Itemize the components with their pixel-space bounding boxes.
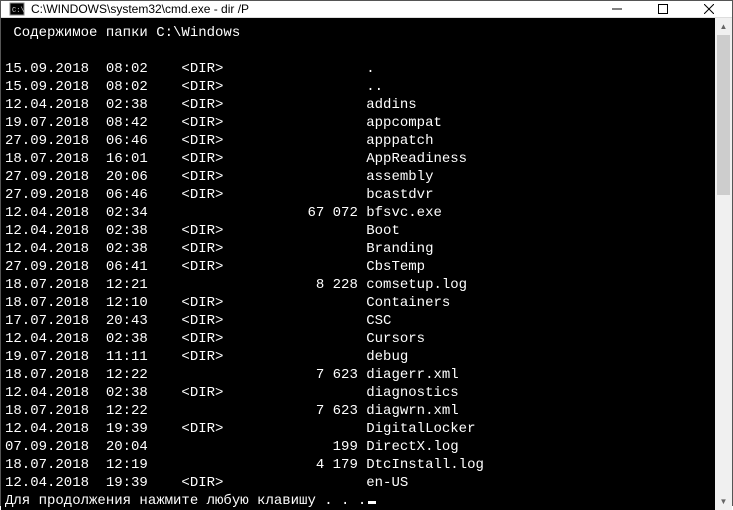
- listing-row: 19.07.2018 08:42 <DIR> appcompat: [5, 114, 715, 132]
- svg-text:C:\: C:\: [12, 7, 25, 15]
- scroll-track[interactable]: [715, 35, 732, 493]
- close-button[interactable]: [686, 1, 732, 17]
- cmd-window: C:\ C:\WINDOWS\system32\cmd.exe - dir /P…: [0, 0, 733, 506]
- scroll-down-button[interactable]: ▼: [715, 493, 732, 510]
- listing-row: 18.07.2018 12:22 7 623 diagwrn.xml: [5, 402, 715, 420]
- blank-line: [5, 42, 715, 60]
- listing-row: 12.04.2018 02:38 <DIR> addins: [5, 96, 715, 114]
- listing-row: 17.07.2018 20:43 <DIR> CSC: [5, 312, 715, 330]
- cursor: [368, 501, 376, 504]
- listing-row: 18.07.2018 12:10 <DIR> Containers: [5, 294, 715, 312]
- header-line: Содержимое папки C:\Windows: [5, 24, 715, 42]
- listing-row: 12.04.2018 19:39 <DIR> DigitalLocker: [5, 420, 715, 438]
- listing-row: 12.04.2018 02:34 67 072 bfsvc.exe: [5, 204, 715, 222]
- listing-row: 19.07.2018 11:11 <DIR> debug: [5, 348, 715, 366]
- titlebar: C:\ C:\WINDOWS\system32\cmd.exe - dir /P: [1, 1, 732, 18]
- listing-row: 27.09.2018 20:06 <DIR> assembly: [5, 168, 715, 186]
- listing-row: 15.09.2018 08:02 <DIR> ..: [5, 78, 715, 96]
- listing-row: 07.09.2018 20:04 199 DirectX.log: [5, 438, 715, 456]
- listing-row: 27.09.2018 06:41 <DIR> CbsTemp: [5, 258, 715, 276]
- listing-row: 12.04.2018 02:38 <DIR> diagnostics: [5, 384, 715, 402]
- listing-row: 18.07.2018 16:01 <DIR> AppReadiness: [5, 150, 715, 168]
- listing-row: 18.07.2018 12:22 7 623 diagerr.xml: [5, 366, 715, 384]
- listing-row: 12.04.2018 02:38 <DIR> Cursors: [5, 330, 715, 348]
- listing-row: 12.04.2018 19:39 <DIR> en-US: [5, 474, 715, 492]
- listing-row: 18.07.2018 12:19 4 179 DtcInstall.log: [5, 456, 715, 474]
- terminal[interactable]: Содержимое папки C:\Windows 15.09.2018 0…: [1, 18, 715, 510]
- prompt-line: Для продолжения нажмите любую клавишу . …: [5, 492, 715, 510]
- window-controls: [594, 1, 732, 17]
- window-title: C:\WINDOWS\system32\cmd.exe - dir /P: [31, 2, 594, 16]
- scroll-up-button[interactable]: ▲: [715, 18, 732, 35]
- listing-row: 18.07.2018 12:21 8 228 comsetup.log: [5, 276, 715, 294]
- maximize-button[interactable]: [640, 1, 686, 17]
- scroll-thumb[interactable]: [717, 35, 730, 195]
- cmd-icon: C:\: [9, 1, 25, 17]
- content-area: Содержимое папки C:\Windows 15.09.2018 0…: [1, 18, 732, 510]
- listing-row: 12.04.2018 02:38 <DIR> Boot: [5, 222, 715, 240]
- minimize-button[interactable]: [594, 1, 640, 17]
- listing-row: 27.09.2018 06:46 <DIR> apppatch: [5, 132, 715, 150]
- listing-row: 27.09.2018 06:46 <DIR> bcastdvr: [5, 186, 715, 204]
- listing-row: 15.09.2018 08:02 <DIR> .: [5, 60, 715, 78]
- listing-row: 12.04.2018 02:38 <DIR> Branding: [5, 240, 715, 258]
- scrollbar[interactable]: ▲ ▼: [715, 18, 732, 510]
